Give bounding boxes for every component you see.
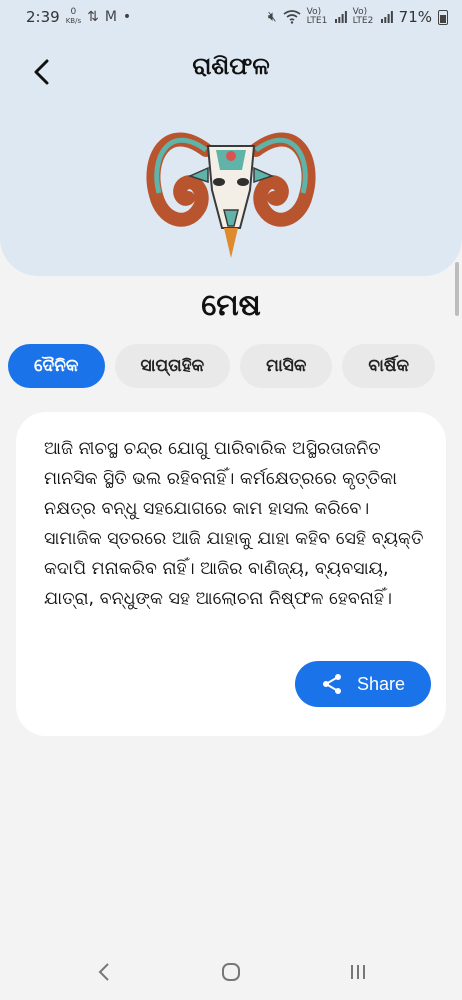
mute-icon: 🔇︎ (267, 9, 277, 25)
data-transfer-icon: ⇅ (87, 9, 99, 25)
gmail-icon: M (104, 9, 117, 25)
lte1-label: Vo) LTE1 (306, 7, 328, 26)
signal-2-icon (380, 11, 393, 23)
status-right: 🔇︎ Vo) LTE1 Vo) LTE2 71% (268, 8, 448, 26)
wifi-icon (283, 10, 301, 24)
page-title: ରାଶିଫଳ (192, 52, 270, 80)
horoscope-text: ଆଜି ନୀଚସ୍ଥ ଚନ୍ଦ୍ର ଯୋଗୁ ପାରିବାରିକ ଅସ୍ଥିରତ… (44, 439, 424, 609)
nav-back-icon (98, 963, 109, 981)
nav-recents-icon (351, 965, 366, 979)
scrollbar[interactable] (455, 262, 459, 316)
tab-daily[interactable]: ଦୈନିକ (8, 344, 105, 388)
battery-percent: 71% (398, 8, 432, 26)
tab-monthly[interactable]: ମାସିକ (240, 344, 333, 388)
tab-yearly[interactable]: ବାର୍ଷିକ (342, 344, 436, 388)
battery-icon (438, 9, 448, 25)
share-button[interactable]: Share (295, 661, 431, 707)
aries-ram-illustration (146, 132, 316, 258)
status-time: 2:39 (26, 8, 60, 26)
nav-back-button[interactable] (79, 952, 129, 992)
horoscope-card: ଆଜି ନୀଚସ୍ଥ ଚନ୍ଦ୍ର ଯୋଗୁ ପାରିବାରିକ ଅସ୍ଥିରତ… (16, 412, 446, 736)
system-navigation-bar (0, 944, 462, 1000)
status-bar: 2:39 0 KB/s ⇅ M • 🔇︎ Vo) LTE1 Vo) LTE2 7… (0, 0, 462, 34)
nav-home-icon (221, 963, 240, 981)
net-speed-value: 0 (70, 7, 77, 17)
tab-weekly[interactable]: ସାପ୍ତାହିକ (114, 344, 231, 388)
net-speed-indicator: 0 KB/s (66, 8, 81, 26)
share-label: Share (356, 673, 406, 694)
net-speed-unit: KB/s (65, 17, 82, 25)
status-left: 2:39 0 KB/s ⇅ M • (26, 8, 132, 27)
share-icon (322, 674, 341, 694)
notification-dot-icon: • (122, 9, 132, 25)
nav-home-button[interactable] (206, 952, 256, 992)
period-tabs: ଦୈନିକ ସାପ୍ତାହିକ ମାସିକ ବାର୍ଷିକ (8, 344, 436, 388)
nav-recents-button[interactable] (333, 952, 383, 992)
signal-1-icon (334, 11, 347, 23)
zodiac-sign-name: ମେଷ (201, 288, 261, 323)
lte2-label: Vo) LTE2 (352, 7, 374, 26)
